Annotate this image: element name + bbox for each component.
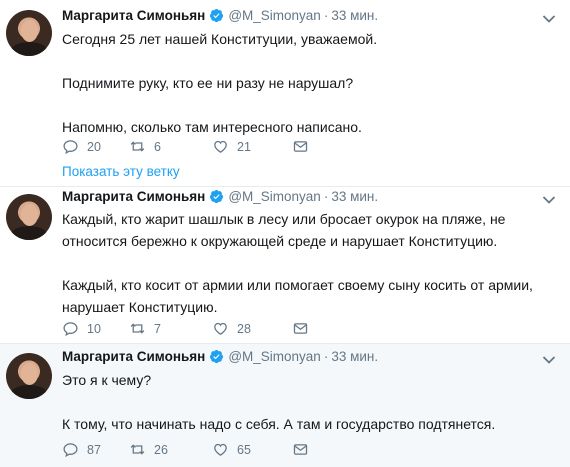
like-count: 65 xyxy=(237,442,251,457)
retweet-count: 6 xyxy=(154,139,161,154)
retweet-count: 7 xyxy=(154,321,161,336)
separator-dot: · xyxy=(323,189,329,204)
tweet-header: Маргарита Симоньян @M_Simonyan · 33 мин. xyxy=(62,8,378,23)
reply-button[interactable]: 20 xyxy=(62,138,129,155)
verified-badge-icon xyxy=(209,8,224,23)
chevron-down-icon[interactable] xyxy=(542,195,556,205)
author-name[interactable]: Маргарита Симоньян xyxy=(62,8,205,23)
timestamp[interactable]: 33 мин. xyxy=(331,189,378,204)
dm-icon xyxy=(292,138,309,155)
reply-button[interactable]: 10 xyxy=(62,320,129,337)
timestamp[interactable]: 33 мин. xyxy=(331,349,378,364)
author-handle[interactable]: @M_Simonyan xyxy=(228,189,321,204)
reply-button[interactable]: 87 xyxy=(62,441,129,458)
reply-icon xyxy=(62,320,79,337)
retweet-button[interactable]: 6 xyxy=(129,138,212,155)
tweet-line: Сегодня 25 лет нашей Конституции, уважае… xyxy=(62,31,378,47)
timestamp[interactable]: 33 мин. xyxy=(331,8,378,23)
like-button[interactable]: 21 xyxy=(212,138,292,155)
retweet-button[interactable]: 7 xyxy=(129,320,212,337)
reply-icon xyxy=(62,441,79,458)
like-count: 28 xyxy=(237,321,251,336)
dm-button[interactable] xyxy=(292,320,317,337)
tweet-3[interactable]: Маргарита Симоньян @M_Simonyan · 33 мин.… xyxy=(0,344,570,467)
retweet-icon xyxy=(129,320,146,337)
tweet-actions: 20 6 21 xyxy=(62,138,317,155)
tweet-line: Это я к чему? xyxy=(62,372,152,388)
tweet-line: Напомню, сколько там интересного написан… xyxy=(62,119,362,135)
tweet-line: Поднимите руку, кто ее ни разу не наруша… xyxy=(62,75,354,91)
chevron-down-icon[interactable] xyxy=(542,355,556,365)
dm-button[interactable] xyxy=(292,441,317,458)
chevron-down-icon[interactable] xyxy=(542,14,556,24)
like-icon xyxy=(212,441,229,458)
avatar[interactable] xyxy=(6,10,52,56)
dm-icon xyxy=(292,441,309,458)
tweet-line: Каждый, кто косит от армии или помогает … xyxy=(62,277,533,315)
author-name[interactable]: Маргарита Симоньян xyxy=(62,349,205,364)
like-count: 21 xyxy=(237,139,251,154)
retweet-button[interactable]: 26 xyxy=(129,441,212,458)
author-handle[interactable]: @M_Simonyan xyxy=(228,349,321,364)
verified-badge-icon xyxy=(209,189,224,204)
tweet-actions: 10 7 28 xyxy=(62,320,317,337)
tweet-text: Каждый, кто жарит шашлык в лесу или брос… xyxy=(62,208,557,318)
like-icon xyxy=(212,138,229,155)
retweet-icon xyxy=(129,138,146,155)
reply-icon xyxy=(62,138,79,155)
avatar[interactable] xyxy=(6,353,52,399)
tweet-header: Маргарита Симоньян @M_Simonyan · 33 мин. xyxy=(62,349,378,364)
tweet-text: Это я к чему? К тому, что начинать надо … xyxy=(62,369,557,435)
retweet-icon xyxy=(129,441,146,458)
tweet-1[interactable]: Маргарита Симоньян @M_Simonyan · 33 мин.… xyxy=(0,0,570,187)
tweet-actions: 87 26 65 xyxy=(62,441,317,458)
dm-icon xyxy=(292,320,309,337)
avatar[interactable] xyxy=(6,194,52,240)
separator-dot: · xyxy=(323,349,329,364)
reply-count: 20 xyxy=(87,139,101,154)
author-name[interactable]: Маргарита Симоньян xyxy=(62,189,205,204)
retweet-count: 26 xyxy=(154,442,168,457)
tweet-2[interactable]: Маргарита Симоньян @M_Simonyan · 33 мин.… xyxy=(0,187,570,343)
author-handle[interactable]: @M_Simonyan xyxy=(228,8,321,23)
show-thread-link[interactable]: Показать эту ветку xyxy=(62,164,180,179)
verified-badge-icon xyxy=(209,349,224,364)
like-button[interactable]: 65 xyxy=(212,441,292,458)
tweet-text: Сегодня 25 лет нашей Конституции, уважае… xyxy=(62,28,557,138)
tweet-header: Маргарита Симоньян @M_Simonyan · 33 мин. xyxy=(62,189,378,204)
tweet-line: Каждый, кто жарит шашлык в лесу или брос… xyxy=(62,211,506,249)
reply-count: 87 xyxy=(87,442,101,457)
like-icon xyxy=(212,320,229,337)
separator-dot: · xyxy=(323,8,329,23)
reply-count: 10 xyxy=(87,321,101,336)
tweet-line: К тому, что начинать надо с себя. А там … xyxy=(62,416,496,432)
like-button[interactable]: 28 xyxy=(212,320,292,337)
dm-button[interactable] xyxy=(292,138,317,155)
